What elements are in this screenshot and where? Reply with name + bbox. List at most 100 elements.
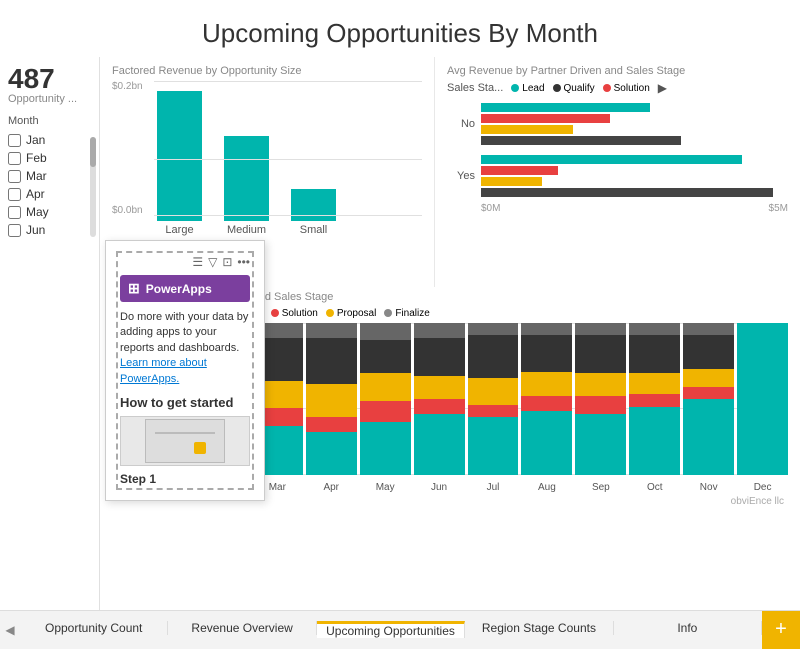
hbar-no-label: No — [447, 118, 475, 130]
powerapps-icon: ⊞ — [128, 280, 140, 297]
bar-segment — [468, 323, 519, 335]
step-image-line — [155, 432, 215, 434]
tab-revenue-overview[interactable]: Revenue Overview — [168, 621, 316, 635]
stacked-bar-jun[interactable] — [414, 323, 465, 475]
toolbar-more-icon[interactable]: ••• — [237, 255, 250, 269]
bar-segment — [575, 396, 626, 414]
tab-prev-button[interactable]: ◀ — [0, 611, 20, 648]
month-item-feb: Feb — [8, 151, 91, 165]
gridline-mid — [154, 159, 422, 160]
sidebar-scrollbar[interactable] — [90, 137, 96, 237]
bar-chart: $0.2bn $0.0bn — [112, 81, 422, 261]
bar-segment — [683, 399, 734, 475]
month-label-feb: Feb — [26, 151, 47, 165]
hbar-no-lead — [481, 103, 650, 112]
stacked-legend-solution: Solution — [271, 307, 318, 319]
bar-medium-label: Medium — [227, 224, 266, 236]
legend-lead-dot — [511, 84, 519, 92]
bar-segment — [521, 411, 572, 475]
xaxis-label-apr: Apr — [306, 482, 357, 493]
legend-solution: Solution — [603, 83, 650, 94]
stacked-bar-apr[interactable] — [306, 323, 357, 475]
hbar-no-qualify — [481, 136, 681, 145]
xaxis-label-aug: Aug — [521, 482, 572, 493]
stacked-bar-oct[interactable] — [629, 323, 680, 475]
y-label-top: $0.2bn — [112, 81, 154, 92]
bar-segment — [629, 323, 680, 335]
month-item-jun: Jun — [8, 223, 91, 237]
toolbar-menu-icon[interactable]: ☰ — [192, 255, 203, 269]
tab-add-button[interactable]: + — [762, 611, 800, 649]
toolbar-filter-icon[interactable]: ▽ — [208, 255, 217, 269]
bar-segment — [414, 376, 465, 399]
month-checkbox-feb[interactable] — [8, 152, 21, 165]
y-label-bot: $0.0bn — [112, 205, 154, 216]
bar-segment — [575, 373, 626, 396]
bar-large-rect — [157, 91, 202, 221]
legend-solution-dot — [603, 84, 611, 92]
hbar-no-proposal — [481, 125, 573, 134]
bar-segment — [737, 323, 788, 475]
bar-chart-title: Factored Revenue by Opportunity Size — [112, 65, 422, 77]
tab-region-stage-counts[interactable]: Region Stage Counts — [465, 621, 613, 635]
sidebar-scrollbar-thumb — [90, 137, 96, 167]
sidebar: 487 Opportunity ... Month JanFebMarAprMa… — [0, 57, 100, 610]
powerapps-label: PowerApps — [146, 282, 212, 296]
tab-upcoming-opportunities[interactable]: Upcoming Opportunities — [317, 621, 465, 638]
bar-segment — [468, 335, 519, 378]
month-checkbox-jan[interactable] — [8, 134, 21, 147]
month-checkbox-may[interactable] — [8, 206, 21, 219]
legend-qualify-label: Qualify — [564, 83, 595, 94]
hbar-x-label-0: $0M — [481, 203, 500, 214]
legend-qualify: Qualify — [553, 83, 595, 94]
bar-segment — [360, 323, 411, 340]
hbar-no-solution — [481, 114, 610, 123]
powerapps-link[interactable]: Learn more about PowerApps. — [120, 357, 207, 384]
month-label-may: May — [26, 205, 49, 219]
tab-list: Opportunity CountRevenue OverviewUpcomin… — [20, 621, 762, 638]
hbar-x-label-5: $5M — [769, 203, 788, 214]
bar-medium[interactable]: Medium — [224, 136, 269, 236]
powerapps-step-label: Step 1 — [120, 472, 250, 486]
month-item-may: May — [8, 205, 91, 219]
xaxis-label-oct: Oct — [629, 482, 680, 493]
powerapps-started: How to get started — [120, 395, 250, 410]
month-label-mar: Mar — [26, 169, 47, 183]
stacked-bar-aug[interactable] — [521, 323, 572, 475]
tab-opportunity-count[interactable]: Opportunity Count — [20, 621, 168, 635]
step-image-placeholder — [145, 419, 225, 463]
stacked-bar-dec[interactable] — [737, 323, 788, 475]
bar-segment — [360, 340, 411, 373]
bar-segment — [683, 335, 734, 368]
bar-segment — [468, 405, 519, 417]
stacked-bar-jul[interactable] — [468, 323, 519, 475]
bar-segment — [468, 417, 519, 475]
bar-segment — [629, 394, 680, 406]
xaxis-label-sep: Sep — [575, 482, 626, 493]
powerapps-step-image — [120, 416, 250, 466]
popup-toolbar: ☰ ▽ ⊡ ••• — [120, 255, 250, 269]
stacked-bar-nov[interactable] — [683, 323, 734, 475]
stacked-bar-may[interactable] — [360, 323, 411, 475]
gridline-bot — [154, 215, 422, 216]
month-checkbox-jun[interactable] — [8, 224, 21, 237]
xaxis-label-jul: Jul — [468, 482, 519, 493]
gridline-top — [154, 81, 422, 82]
tab-info[interactable]: Info — [614, 621, 762, 635]
stacked-bar-sep[interactable] — [575, 323, 626, 475]
bar-segment — [306, 338, 357, 384]
hbar-no-row: No — [447, 103, 788, 145]
bar-small[interactable]: Small — [291, 189, 336, 236]
stacked-proposal-dot — [326, 309, 334, 317]
month-section-title: Month — [8, 115, 91, 127]
month-checkbox-mar[interactable] — [8, 170, 21, 183]
bar-segment — [521, 396, 572, 411]
toolbar-expand-icon[interactable]: ⊡ — [222, 255, 232, 269]
month-label-jun: Jun — [26, 223, 45, 237]
powerapps-header: ⊞ PowerApps — [120, 275, 250, 302]
bar-segment — [414, 323, 465, 338]
month-checkbox-apr[interactable] — [8, 188, 21, 201]
hbar-yes-solution — [481, 166, 558, 175]
legend-arrow-icon[interactable]: ▶ — [658, 81, 667, 95]
bar-segment — [521, 335, 572, 371]
